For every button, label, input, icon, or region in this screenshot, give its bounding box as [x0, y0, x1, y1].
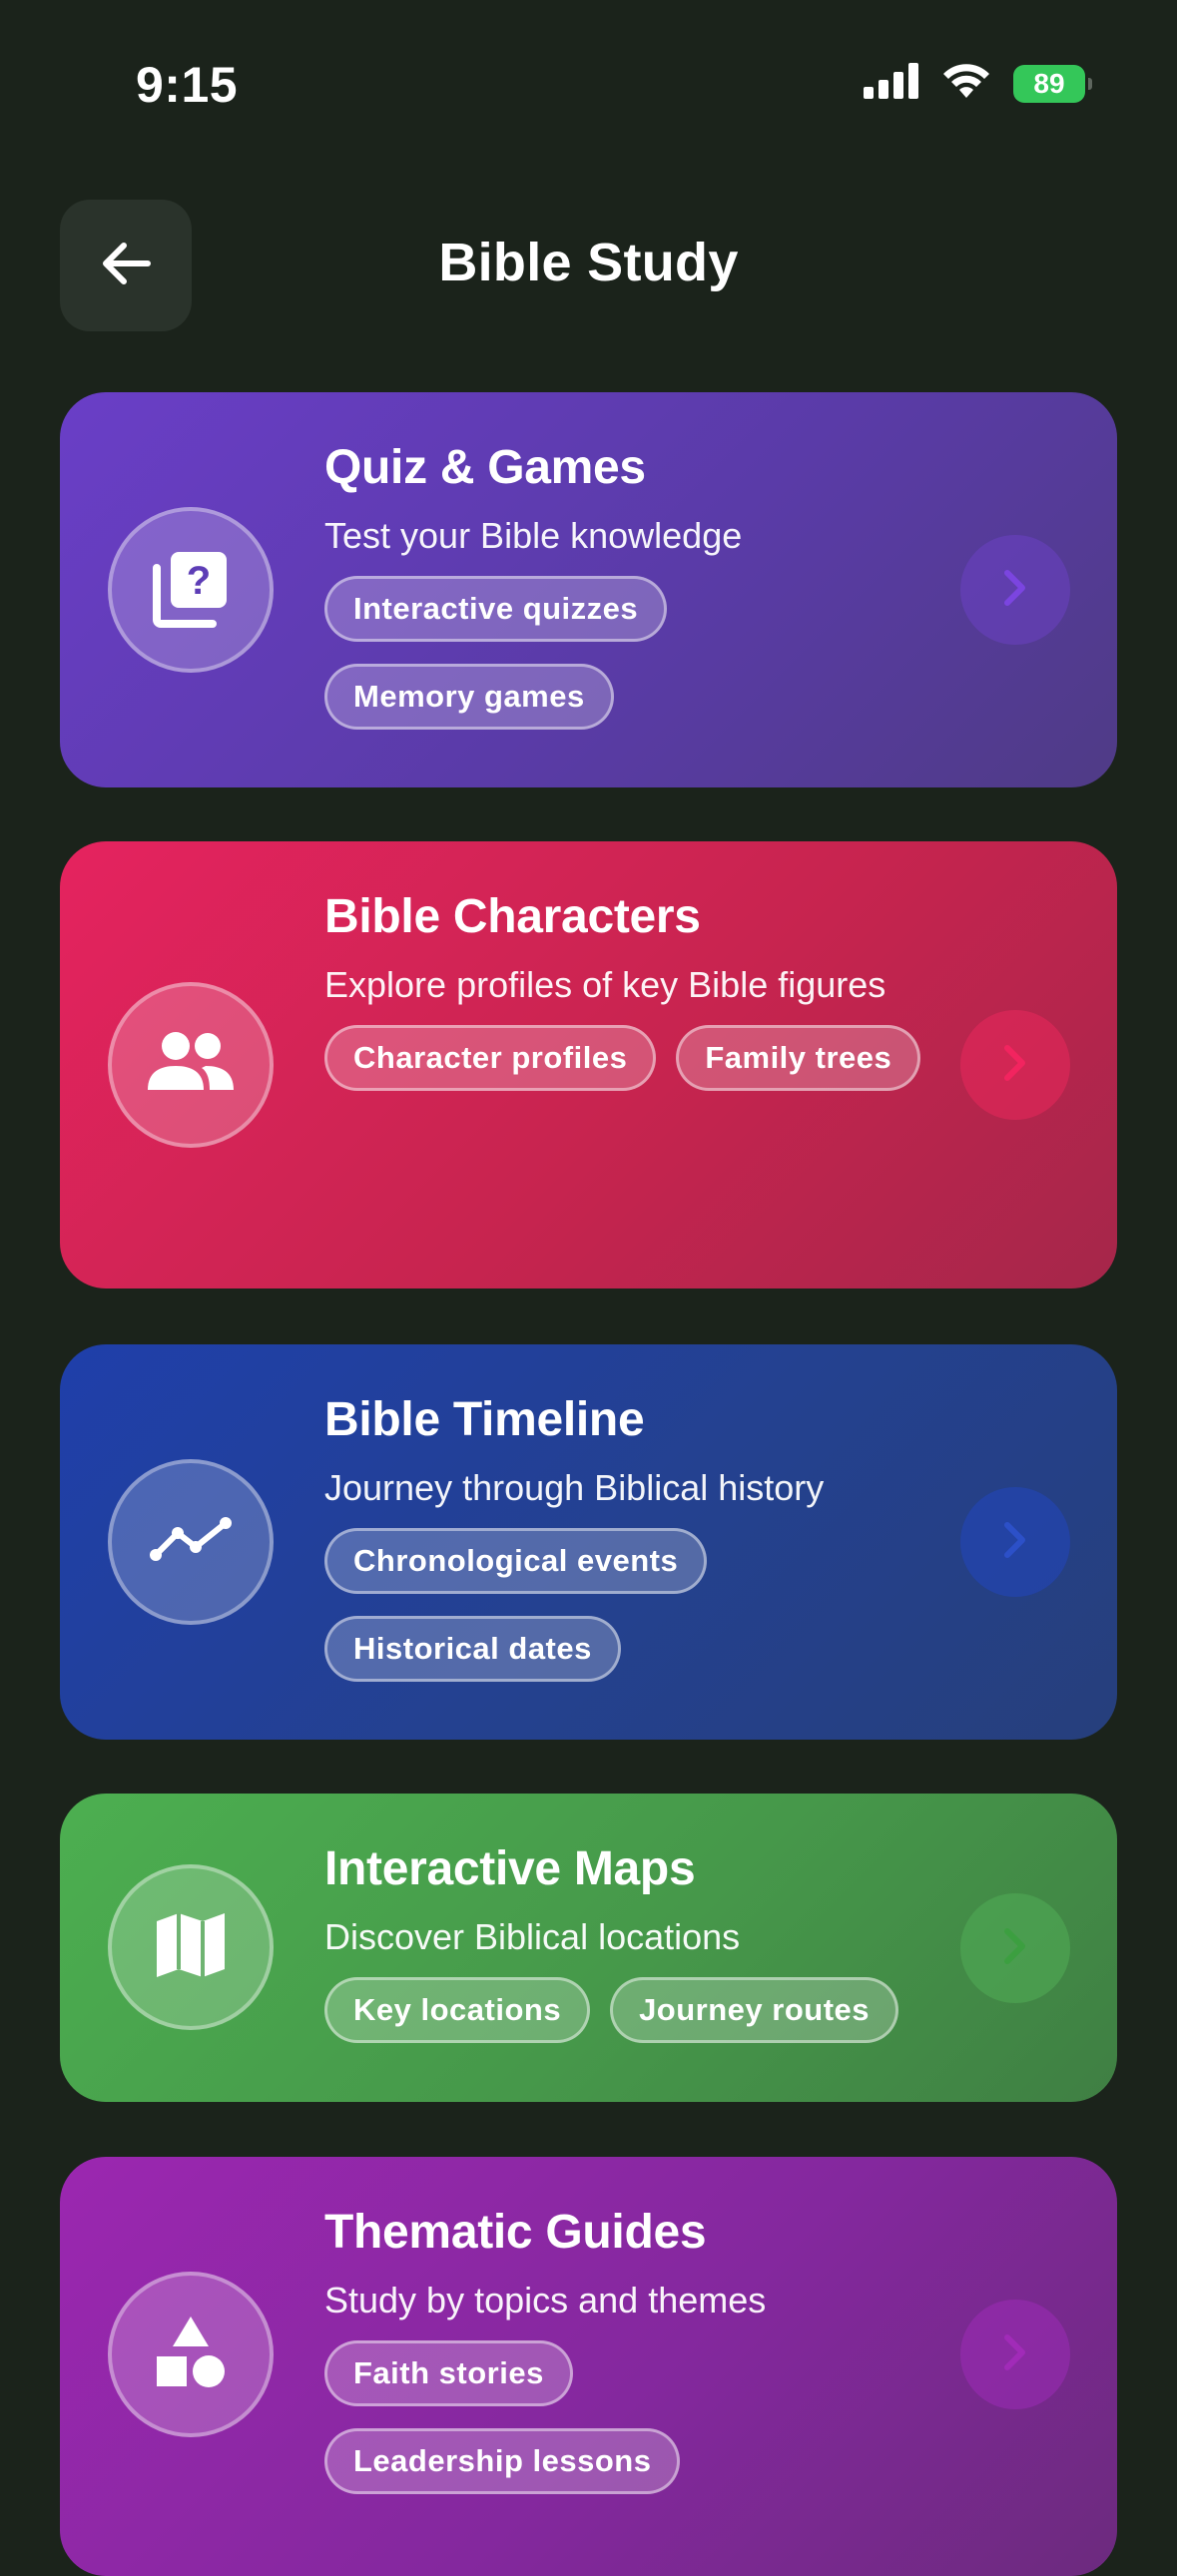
card-title: Quiz & Games: [324, 441, 646, 494]
tag: Leadership lessons: [324, 2428, 681, 2494]
card-bible-timeline[interactable]: Bible Timeline Journey through Biblical …: [60, 1344, 1117, 1740]
card-icon-container: [108, 2272, 274, 2437]
chevron-button[interactable]: [960, 1010, 1070, 1120]
card-title: Interactive Maps: [324, 1842, 696, 1895]
chevron-button[interactable]: [960, 1487, 1070, 1597]
card-body: Interactive Maps Discover Biblical locat…: [324, 1841, 963, 2043]
card-bible-characters[interactable]: Bible Characters Explore profiles of key…: [60, 841, 1117, 1288]
tag: Journey routes: [610, 1977, 899, 2043]
card-description: Explore profiles of key Bible figures: [324, 964, 886, 1005]
card-tags: Chronological events Historical dates: [324, 1528, 943, 1682]
card-icon-container: [108, 982, 274, 1148]
card-tags: Key locations Journey routes: [324, 1977, 963, 2043]
chevron-right-icon: [1002, 1521, 1028, 1564]
card-quiz-games[interactable]: ? Quiz & Games Test your Bible knowledge…: [60, 392, 1117, 787]
card-tags: Character profiles Family trees: [324, 1025, 943, 1091]
svg-text:?: ?: [187, 559, 211, 603]
chevron-right-icon: [1002, 1927, 1028, 1970]
tag: Interactive quizzes: [324, 576, 668, 642]
tag: Key locations: [324, 1977, 591, 2043]
card-title: Thematic Guides: [324, 2206, 707, 2259]
card-tags: Faith stories Leadership lessons: [324, 2340, 943, 2494]
chevron-right-icon: [1002, 569, 1028, 612]
tag: Character profiles: [324, 1025, 657, 1091]
card-icon-container: [108, 1864, 274, 2030]
card-description: Test your Bible knowledge: [324, 515, 743, 556]
status-icons: 89: [864, 62, 1092, 105]
card-title: Bible Timeline: [324, 1393, 645, 1446]
cellular-signal-icon: [864, 63, 919, 104]
battery-icon: 89: [1013, 64, 1092, 103]
card-body: Bible Characters Explore profiles of key…: [324, 889, 943, 1091]
card-body: Bible Timeline Journey through Biblical …: [324, 1392, 943, 1682]
card-tags: Interactive quizzes Memory games: [324, 576, 943, 730]
quiz-question-icon: ?: [151, 548, 231, 633]
card-icon-container: [108, 1459, 274, 1625]
tag: Historical dates: [324, 1616, 621, 1682]
card-body: Thematic Guides Study by topics and them…: [324, 2205, 943, 2494]
wifi-icon: [941, 62, 991, 105]
card-title: Bible Characters: [324, 890, 701, 943]
chevron-right-icon: [1002, 2333, 1028, 2376]
chevron-button[interactable]: [960, 535, 1070, 645]
people-icon: [146, 1028, 236, 1103]
tag: Faith stories: [324, 2340, 573, 2406]
chevron-right-icon: [1002, 1044, 1028, 1087]
timeline-trend-icon: [148, 1515, 234, 1570]
map-icon: [153, 1907, 229, 1988]
card-thematic-guides[interactable]: Thematic Guides Study by topics and them…: [60, 2157, 1117, 2576]
card-description: Discover Biblical locations: [324, 1916, 741, 1957]
page-title: Bible Study: [438, 233, 739, 292]
chevron-button[interactable]: [960, 2300, 1070, 2409]
card-interactive-maps[interactable]: Interactive Maps Discover Biblical locat…: [60, 1794, 1117, 2102]
shapes-icon: [153, 2315, 229, 2395]
chevron-button[interactable]: [960, 1893, 1070, 2003]
status-bar: 9:15 89: [0, 0, 1177, 150]
tag: Memory games: [324, 664, 614, 730]
card-icon-container: ?: [108, 507, 274, 673]
tag: Family trees: [676, 1025, 921, 1091]
card-description: Study by topics and themes: [324, 2280, 767, 2320]
tag: Chronological events: [324, 1528, 708, 1594]
battery-level: 89: [1033, 67, 1065, 99]
status-time: 9:15: [136, 57, 239, 113]
card-body: Quiz & Games Test your Bible knowledge I…: [324, 440, 943, 730]
card-description: Journey through Biblical history: [324, 1467, 825, 1508]
